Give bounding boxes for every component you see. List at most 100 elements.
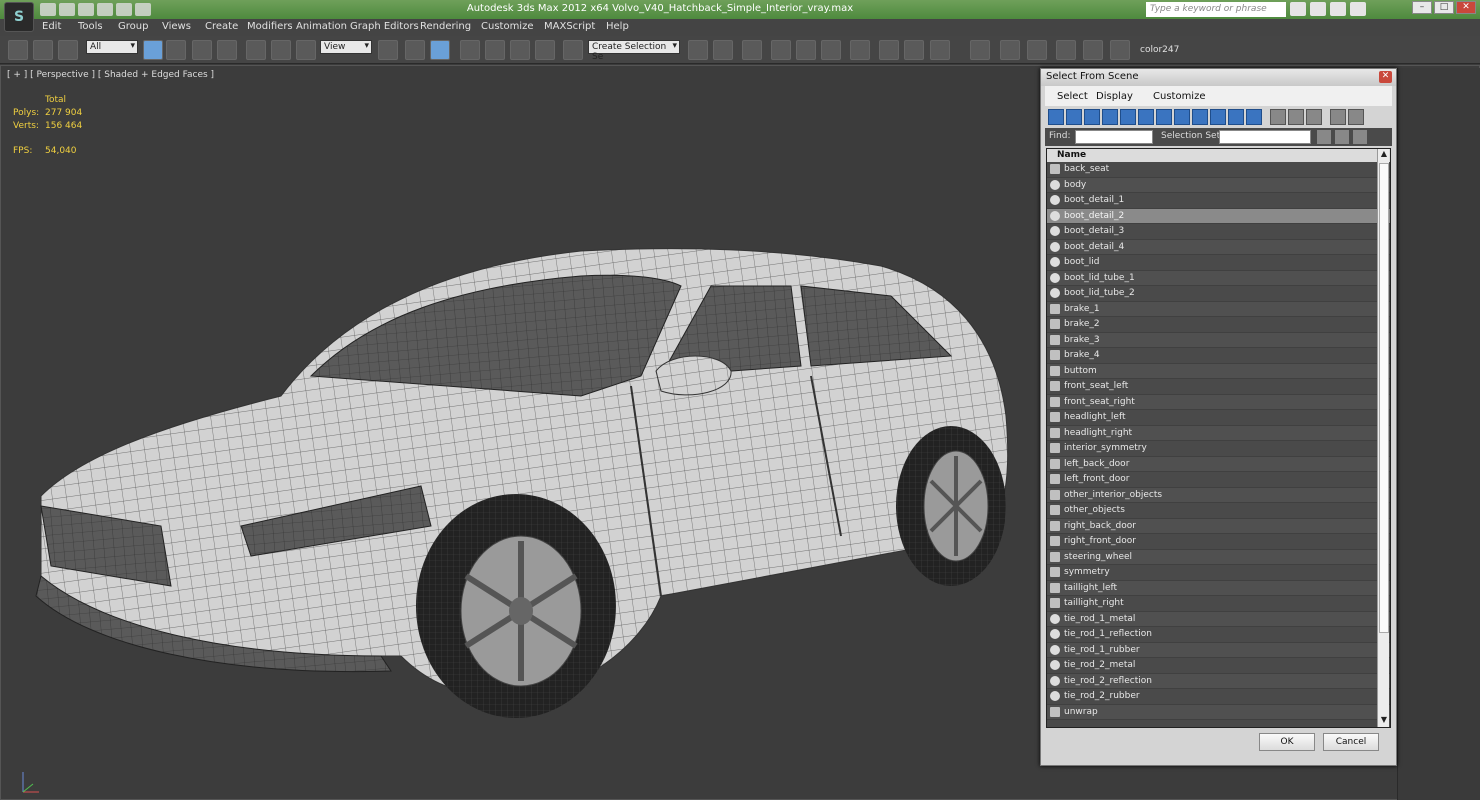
schematic-view-icon[interactable] <box>821 40 841 60</box>
scroll-up-icon[interactable]: ▲ <box>1378 149 1390 161</box>
list-item[interactable]: tie_rod_1_reflection <box>1047 627 1390 643</box>
communication-icon[interactable] <box>1310 2 1326 16</box>
save-file-icon[interactable] <box>78 3 94 16</box>
unlink-icon[interactable] <box>33 40 53 60</box>
maximize-button[interactable]: □ <box>1434 1 1454 14</box>
list-item[interactable]: body <box>1047 177 1390 193</box>
app-logo-icon[interactable]: S <box>4 2 34 32</box>
menu-customize[interactable]: Customize <box>481 21 534 32</box>
menu-maxscript[interactable]: MAXScript <box>544 21 595 32</box>
list-item[interactable]: tie_rod_1_rubber <box>1047 642 1390 658</box>
select-all-icon[interactable] <box>1317 130 1331 144</box>
list-item[interactable]: right_back_door <box>1047 518 1390 534</box>
list-item[interactable]: tie_rod_1_metal <box>1047 611 1390 627</box>
render-production-icon[interactable] <box>930 40 950 60</box>
list-item[interactable]: headlight_left <box>1047 410 1390 426</box>
dialog-close-button[interactable]: ✕ <box>1379 71 1392 83</box>
reference-coordinate-dropdown[interactable]: View <box>320 40 372 54</box>
list-item[interactable]: interior_symmetry <box>1047 441 1390 457</box>
list-item[interactable]: headlight_right <box>1047 425 1390 441</box>
list-item[interactable]: other_interior_objects <box>1047 487 1390 503</box>
display-helpers-icon[interactable] <box>1120 109 1136 125</box>
list-item[interactable]: tie_rod_2_metal <box>1047 658 1390 674</box>
scene-object-list[interactable]: Name back_seat body boot_detail_1 boot_deta… <box>1046 148 1391 728</box>
list-item[interactable]: boot_detail_3 <box>1047 224 1390 240</box>
menu-create[interactable]: Create <box>205 21 238 32</box>
menu-group[interactable]: Group <box>118 21 148 32</box>
rendered-frame-window-icon[interactable] <box>904 40 924 60</box>
vray-frame-buffer-icon[interactable] <box>970 40 990 60</box>
select-manipulate-icon[interactable] <box>405 40 425 60</box>
display-xrefs-icon[interactable] <box>1174 109 1190 125</box>
menu-tools[interactable]: Tools <box>78 21 103 32</box>
list-item[interactable]: back_seat <box>1047 162 1390 178</box>
list-item[interactable]: brake_2 <box>1047 317 1390 333</box>
angle-snap-icon[interactable] <box>485 40 505 60</box>
display-geometry-icon[interactable] <box>1048 109 1064 125</box>
select-object-icon[interactable] <box>143 40 163 60</box>
list-item[interactable]: unwrap <box>1047 704 1390 720</box>
menu-rendering[interactable]: Rendering <box>420 21 471 32</box>
bind-space-warp-icon[interactable] <box>58 40 78 60</box>
display-all-icon[interactable] <box>1270 109 1286 125</box>
menu-views[interactable]: Views <box>162 21 191 32</box>
select-by-name-icon[interactable] <box>166 40 186 60</box>
filter-icon[interactable] <box>1330 109 1346 125</box>
scrollbar-thumb[interactable] <box>1379 163 1389 633</box>
menu-help[interactable]: Help <box>606 21 629 32</box>
list-item[interactable]: boot_lid_tube_1 <box>1047 270 1390 286</box>
layer-manager-icon[interactable] <box>742 40 762 60</box>
list-item[interactable]: boot_lid_tube_2 <box>1047 286 1390 302</box>
select-none-icon[interactable] <box>1335 130 1349 144</box>
display-frozen-icon[interactable] <box>1228 109 1244 125</box>
graphite-ribbon-icon[interactable] <box>771 40 791 60</box>
scroll-down-icon[interactable]: ▼ <box>1378 715 1390 727</box>
list-item[interactable]: front_seat_right <box>1047 394 1390 410</box>
ok-button[interactable]: OK <box>1259 733 1315 751</box>
filter-options-icon[interactable] <box>1348 109 1364 125</box>
list-item[interactable]: tie_rod_2_reflection <box>1047 673 1390 689</box>
display-bones-icon[interactable] <box>1192 109 1208 125</box>
list-item[interactable]: buttom <box>1047 363 1390 379</box>
find-input[interactable] <box>1075 130 1153 144</box>
list-item[interactable]: symmetry <box>1047 565 1390 581</box>
list-item[interactable]: left_back_door <box>1047 456 1390 472</box>
dialog-menu-display[interactable]: Display <box>1096 91 1133 102</box>
undo-icon[interactable] <box>97 3 113 16</box>
vray-tools-icon[interactable] <box>1000 40 1020 60</box>
list-item[interactable]: boot_detail_1 <box>1047 193 1390 209</box>
link-icon[interactable] <box>8 40 28 60</box>
favorites-star-icon[interactable] <box>1330 2 1346 16</box>
display-space-warps-icon[interactable] <box>1138 109 1154 125</box>
binoculars-icon[interactable] <box>1290 2 1306 16</box>
edit-named-selection-icon[interactable] <box>563 40 583 60</box>
list-item[interactable]: taillight_left <box>1047 580 1390 596</box>
list-item[interactable]: tie_rod_2_rubber <box>1047 689 1390 705</box>
display-lights-icon[interactable] <box>1084 109 1100 125</box>
list-item[interactable]: right_front_door <box>1047 534 1390 550</box>
list-item[interactable]: other_objects <box>1047 503 1390 519</box>
list-item[interactable]: brake_3 <box>1047 332 1390 348</box>
window-crossing-icon[interactable] <box>217 40 237 60</box>
vray-lights-icon[interactable] <box>1027 40 1047 60</box>
list-item[interactable]: taillight_right <box>1047 596 1390 612</box>
selection-set-dropdown[interactable] <box>1219 130 1311 144</box>
display-shapes-icon[interactable] <box>1066 109 1082 125</box>
close-button[interactable]: ✕ <box>1456 1 1476 14</box>
keyboard-shortcut-override-icon[interactable] <box>430 40 450 60</box>
list-scrollbar[interactable]: ▲ ▼ <box>1377 149 1389 727</box>
menu-graph-editors[interactable]: Graph Editors <box>350 21 419 32</box>
display-containers-icon[interactable] <box>1210 109 1226 125</box>
display-hidden-icon[interactable] <box>1246 109 1262 125</box>
menu-edit[interactable]: Edit <box>42 21 61 32</box>
help-icon[interactable] <box>1350 2 1366 16</box>
mirror-icon[interactable] <box>688 40 708 60</box>
display-none-icon[interactable] <box>1288 109 1304 125</box>
percent-snap-icon[interactable] <box>510 40 530 60</box>
dialog-menu-select[interactable]: Select <box>1057 91 1088 102</box>
rectangular-selection-icon[interactable] <box>192 40 212 60</box>
name-column-header[interactable]: Name <box>1047 149 1390 162</box>
spinner-snap-icon[interactable] <box>535 40 555 60</box>
viewport-label[interactable]: [ + ] [ Perspective ] [ Shaded + Edged F… <box>7 70 214 80</box>
list-item[interactable]: brake_1 <box>1047 301 1390 317</box>
